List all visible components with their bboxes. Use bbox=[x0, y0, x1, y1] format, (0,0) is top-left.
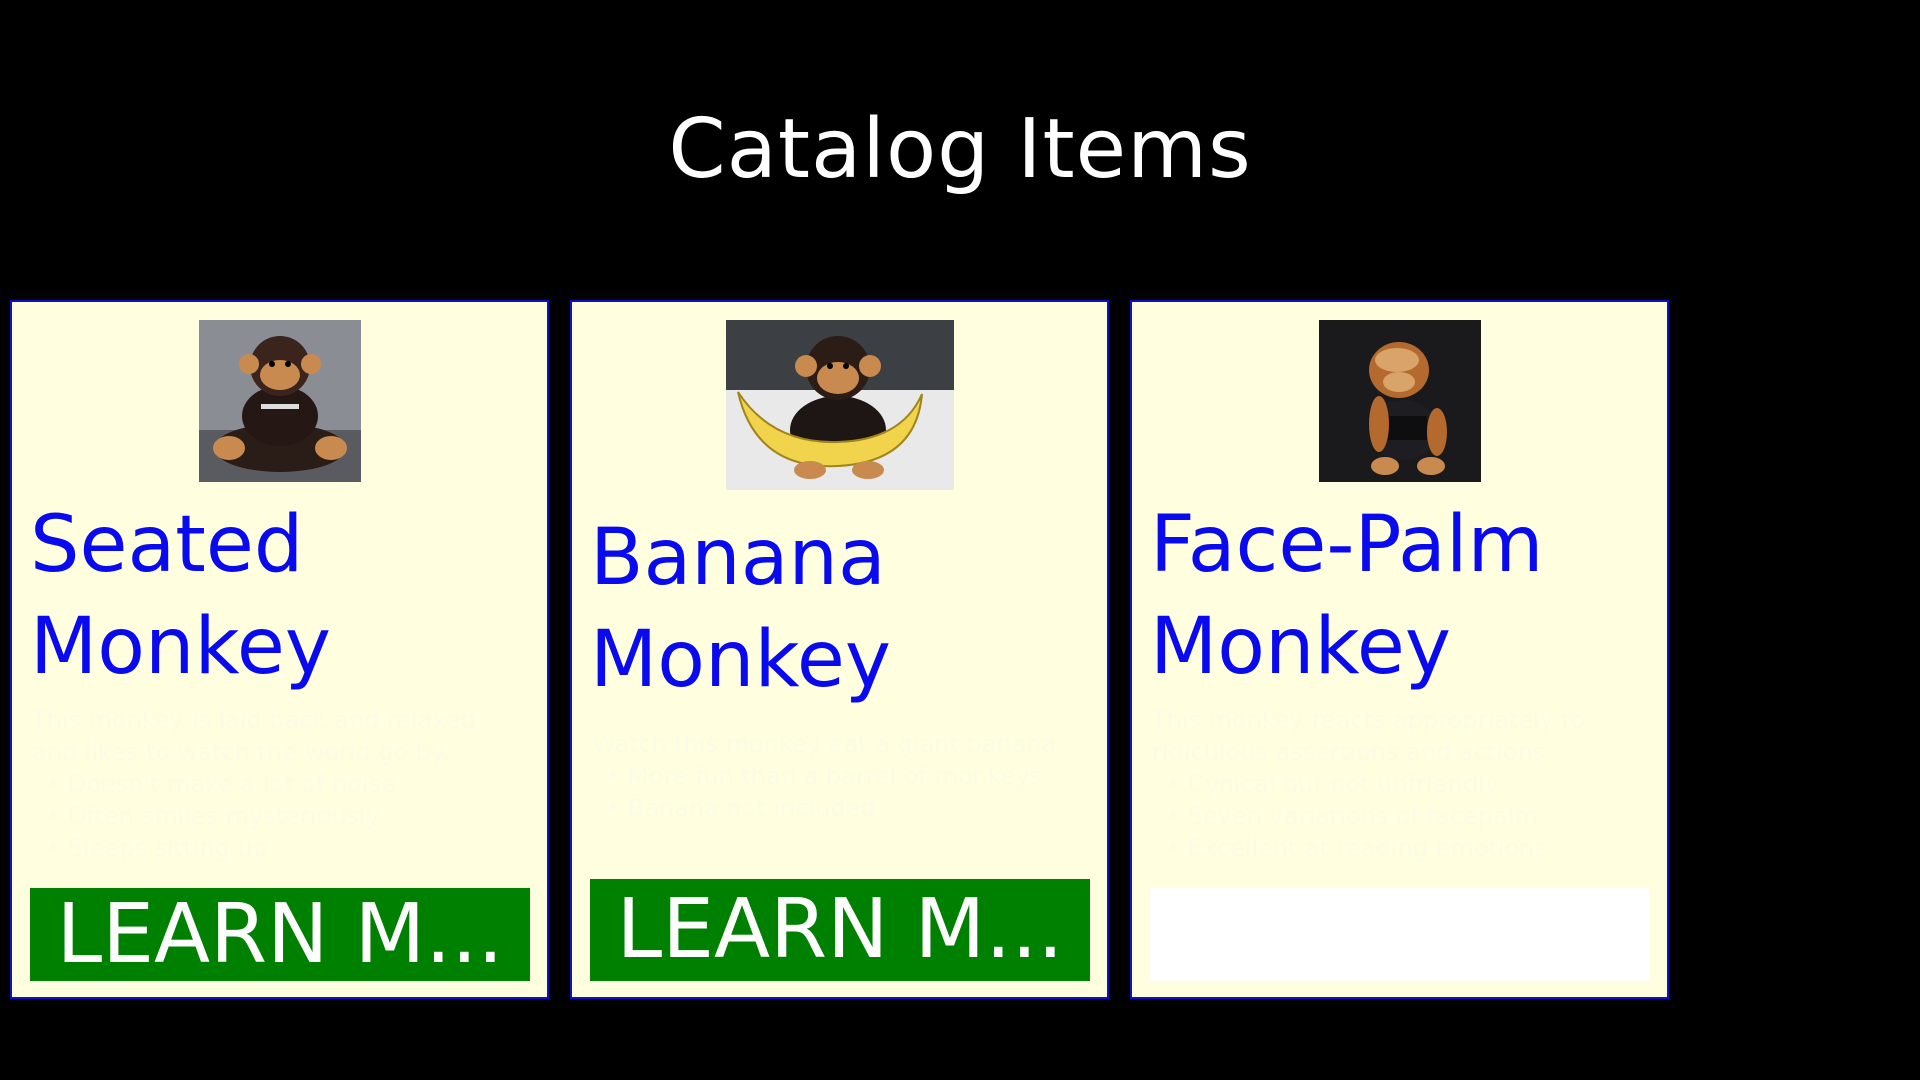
feature-list: Doesn't make a lot of noise Often smiles… bbox=[32, 768, 532, 864]
feature-list: Cynical but not unfriendly Seven variati… bbox=[1152, 768, 1652, 864]
feature-item: More fun than a barrel of monkeys bbox=[606, 760, 1092, 792]
feature-item: Often smiles mysteriously bbox=[46, 800, 532, 832]
learn-more-button[interactable] bbox=[1150, 888, 1650, 981]
card-title-line: Banana bbox=[590, 513, 886, 603]
card-title: Face-Palm Monkey bbox=[1150, 494, 1650, 698]
description-text: ridiculous assertions and actions. bbox=[1152, 738, 1553, 766]
seated-monkey-photo bbox=[199, 320, 361, 482]
feature-item: Banana not included bbox=[606, 792, 1092, 824]
feature-item: Seven variations of facepalm bbox=[1166, 800, 1652, 832]
card-title: Seated Monkey bbox=[30, 494, 530, 698]
description-text: Watch this monkey eat a giant banana. bbox=[592, 730, 1064, 758]
card-title-line: Monkey bbox=[1150, 602, 1451, 692]
catalog-card-banana-monkey: Banana Monkey Watch this monkey eat a gi… bbox=[570, 300, 1109, 999]
card-title-line: Monkey bbox=[590, 615, 891, 705]
card-description: Watch this monkey eat a giant banana. Mo… bbox=[592, 728, 1092, 824]
banana-monkey-photo bbox=[726, 320, 954, 490]
catalog-card-face-palm-monkey: Face-Palm Monkey This monkey reacts appr… bbox=[1130, 300, 1669, 999]
card-description: This monkey is laid back and relaxed, an… bbox=[32, 704, 532, 864]
page-title: Catalog Items bbox=[668, 102, 1252, 197]
learn-more-button[interactable]: LEARN M... bbox=[30, 888, 530, 981]
feature-item: Sleeps sitting up bbox=[46, 832, 532, 864]
card-description: This monkey reacts appropriately to ridi… bbox=[1152, 704, 1652, 864]
card-title-line: Seated bbox=[30, 500, 304, 590]
learn-more-button[interactable]: LEARN M... bbox=[590, 879, 1090, 981]
catalog-page: Catalog Items Seated Monkey This monkey … bbox=[0, 0, 1920, 1080]
card-title: Banana Monkey bbox=[590, 507, 1090, 711]
description-text: and likes to watch the world go by. bbox=[32, 738, 450, 766]
card-title-line: Monkey bbox=[30, 602, 331, 692]
card-title-line: Face-Palm bbox=[1150, 500, 1544, 590]
description-text: This monkey reacts appropriately to bbox=[1152, 706, 1586, 734]
feature-item: Doesn't make a lot of noise bbox=[46, 768, 532, 800]
feature-item: Excellent at reading emotions bbox=[1166, 832, 1652, 864]
catalog-card-seated-monkey: Seated Monkey This monkey is laid back a… bbox=[10, 300, 549, 999]
feature-list: More fun than a barrel of monkeys Banana… bbox=[592, 760, 1092, 824]
description-text: This monkey is laid back and relaxed, bbox=[32, 706, 484, 734]
face-palm-monkey-photo bbox=[1319, 320, 1481, 482]
feature-item: Cynical but not unfriendly bbox=[1166, 768, 1652, 800]
